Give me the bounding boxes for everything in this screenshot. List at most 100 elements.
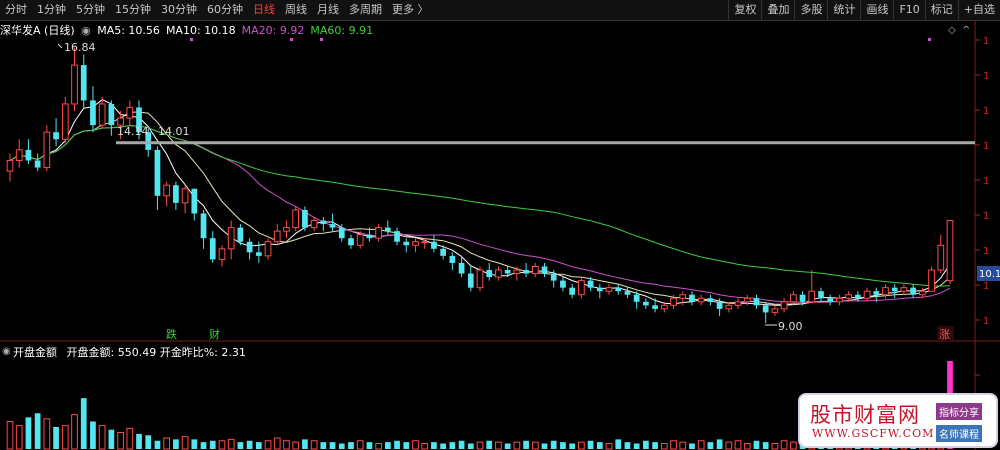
- volume-bar: [440, 443, 446, 449]
- candle-body: [799, 294, 806, 302]
- candle-body: [394, 231, 400, 242]
- candle-body: [15, 149, 23, 161]
- volume-bar: [652, 442, 658, 449]
- volume-bar: [725, 441, 733, 450]
- volume-bar: [689, 443, 695, 449]
- ma-legend: MA5: 10.56 MA10: 10.18 MA20: 9.92 MA60: 9.9…: [97, 24, 379, 37]
- volume-bar: [541, 443, 548, 449]
- volume-bar: [412, 440, 419, 450]
- candle-body: [320, 220, 327, 225]
- candle-body: [716, 301, 723, 309]
- candle-body: [891, 287, 898, 292]
- high-price-label: 16.84: [64, 41, 96, 54]
- volume-bar: [237, 442, 244, 449]
- candle-body: [310, 220, 318, 229]
- candle-body: [71, 64, 78, 105]
- price-axis-ticks: 1 1 1 1 1 1 1 1 1: [975, 36, 989, 411]
- candle-body: [615, 287, 622, 292]
- candle-body: [348, 238, 354, 246]
- volume-bar: [25, 417, 32, 449]
- volume-bar: [145, 435, 152, 449]
- volume-bar: [643, 440, 649, 449]
- high-price-pointer: [57, 43, 63, 49]
- candle-body: [431, 241, 437, 249]
- volume-bar: [209, 440, 216, 449]
- candle-body: [237, 227, 244, 242]
- volume-bar: [449, 442, 456, 449]
- candle-body: [771, 308, 779, 313]
- candle-body: [725, 304, 733, 310]
- stock-name[interactable]: 深华发A (日线): [0, 24, 75, 37]
- candle-body: [458, 262, 465, 274]
- candle-body: [356, 234, 364, 246]
- axis-tick-label: 1: [983, 141, 989, 152]
- axis-tick-label: 1: [983, 106, 989, 117]
- volume-bar: [356, 440, 364, 450]
- volume-bar: [338, 443, 345, 449]
- volume-bar: [181, 436, 189, 450]
- volume-bar: [780, 440, 788, 450]
- candle-body: [531, 265, 539, 275]
- axis-tick-label: 1: [983, 211, 989, 222]
- volume-bar: [753, 440, 760, 449]
- candle-body: [283, 227, 290, 232]
- price-legend: 深华发A (日线) ◉ MA5: 10.56 MA10: 10.18 MA20: 9…: [0, 22, 379, 38]
- volume-bar: [264, 440, 272, 450]
- volume-bar: [117, 432, 124, 450]
- settings-icon[interactable]: ◉: [81, 24, 91, 37]
- volume-bar: [80, 398, 87, 449]
- volume-bar: [273, 437, 281, 450]
- candle-body: [375, 227, 382, 239]
- candle-body: [854, 294, 861, 299]
- volume-bar: [743, 443, 751, 450]
- candle-body: [937, 244, 945, 271]
- volume-bar: [615, 439, 622, 449]
- candle-body: [273, 230, 281, 243]
- candle-body: [80, 65, 87, 101]
- candle-body: [697, 297, 705, 303]
- signal-label-fall: 跌: [166, 327, 177, 341]
- candle-body: [873, 291, 880, 295]
- candle-body: [670, 297, 677, 306]
- candle-body: [578, 280, 585, 296]
- chevron-up-icon[interactable]: ^: [962, 25, 970, 36]
- candle-body: [90, 100, 96, 126]
- volume-bar: [375, 443, 382, 450]
- volume-bar: [697, 440, 705, 450]
- volume-bar: [569, 443, 576, 449]
- axis-tick-label: 1: [983, 176, 989, 187]
- candle-body: [541, 266, 548, 274]
- volume-bar: [679, 441, 687, 450]
- candle-body: [753, 298, 760, 306]
- collapse-icon[interactable]: ◉: [2, 346, 11, 357]
- volume-bar: [421, 443, 429, 450]
- kline-chart[interactable]: 1 1 1 1 1 1 1 1 1 16.84 14.14 14.01 9.00 跌 财 涨 1…: [0, 0, 1000, 450]
- volume-bar: [587, 440, 594, 449]
- volume-bar: [163, 437, 171, 450]
- volume-bar: [495, 441, 502, 450]
- candle-body: [384, 227, 391, 232]
- axis-tick-label: 1: [983, 36, 989, 47]
- candle-body: [173, 185, 179, 203]
- volume-bar: [633, 443, 640, 449]
- axis-tick-label: 1: [983, 281, 989, 292]
- volume-bar: [578, 441, 585, 450]
- candle-body: [918, 290, 926, 296]
- candle-body: [440, 248, 446, 256]
- candle-body: [900, 287, 908, 292]
- candle-body: [486, 270, 493, 278]
- candle-body: [329, 224, 336, 228]
- volume-bar: [560, 442, 566, 449]
- candle-body: [523, 270, 529, 274]
- candle-body: [689, 294, 695, 302]
- low-price-label: 9.00: [778, 320, 803, 333]
- volume-bar: [53, 427, 59, 449]
- volume-bar: [431, 442, 437, 449]
- diamond-icon[interactable]: ◇: [948, 25, 956, 36]
- watermark-url: WWW.GSCFW.COM: [812, 427, 935, 440]
- candle-body: [569, 287, 576, 295]
- volume-bar: [6, 421, 14, 450]
- volume-panel-title[interactable]: 开盘金额: [13, 346, 57, 359]
- candle-body: [679, 294, 687, 299]
- candle-body: [264, 241, 272, 257]
